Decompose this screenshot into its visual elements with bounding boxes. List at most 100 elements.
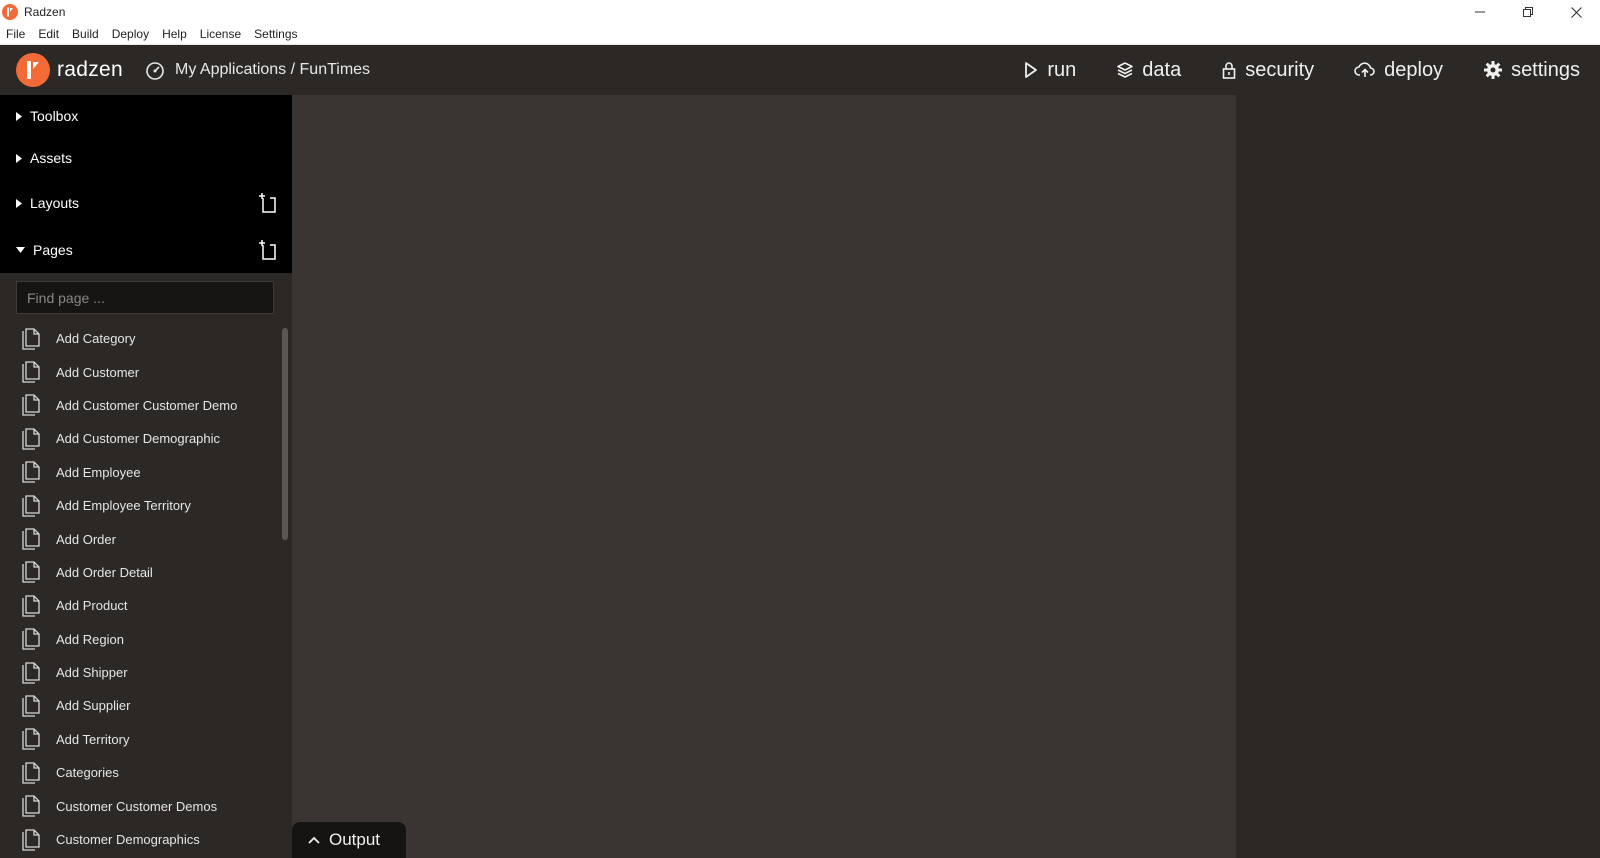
- caret-right-icon: [16, 153, 22, 163]
- close-button[interactable]: [1552, 0, 1600, 24]
- menu-deploy[interactable]: Deploy: [112, 27, 149, 41]
- section-pages-label: Pages: [33, 242, 73, 258]
- window-titlebar: Radzen: [0, 0, 1600, 24]
- minimize-icon: [1475, 11, 1485, 13]
- restore-icon: [1523, 7, 1533, 17]
- window-title: Radzen: [24, 5, 66, 19]
- list-item[interactable]: Categories: [0, 756, 280, 789]
- add-page-icon[interactable]: [258, 239, 278, 261]
- list-item[interactable]: Add Customer Customer Demo: [0, 389, 280, 422]
- list-item[interactable]: Add Region: [0, 623, 280, 656]
- menu-settings[interactable]: Settings: [254, 27, 297, 41]
- page-name: Add Order Detail: [56, 564, 153, 580]
- breadcrumb[interactable]: My Applications / FunTimes: [145, 60, 370, 80]
- radzen-logo[interactable]: radzen: [16, 53, 123, 87]
- list-item[interactable]: Add Employee Territory: [0, 489, 280, 522]
- nav-deploy[interactable]: deploy: [1354, 59, 1443, 82]
- page-name: Add Region: [56, 631, 124, 647]
- output-tab[interactable]: Output: [292, 822, 406, 858]
- add-layout-icon[interactable]: [258, 192, 278, 214]
- page-name: Customer Customer Demos: [56, 798, 218, 814]
- list-item[interactable]: Add Shipper: [0, 656, 280, 689]
- document-icon: [22, 628, 40, 650]
- list-item[interactable]: Add Order Detail: [0, 556, 280, 589]
- menu-bar: File Edit Build Deploy Help License Sett…: [0, 24, 1600, 45]
- section-layouts-label: Layouts: [30, 195, 80, 211]
- properties-panel: [1236, 95, 1600, 858]
- list-item[interactable]: Customer Customer Demos: [0, 789, 280, 822]
- dashboard-icon: [146, 62, 164, 80]
- list-item[interactable]: Add Supplier: [0, 689, 280, 722]
- minimize-button[interactable]: [1456, 0, 1504, 24]
- breadcrumb-text: My Applications / FunTimes: [175, 61, 371, 78]
- menu-edit[interactable]: Edit: [38, 27, 59, 41]
- list-item[interactable]: Add Customer: [0, 355, 280, 388]
- restore-button[interactable]: [1504, 0, 1552, 24]
- radzen-app-icon: [2, 4, 18, 20]
- page-list-scrollbar[interactable]: [282, 328, 288, 540]
- list-item[interactable]: Add Territory: [0, 723, 280, 756]
- section-toolbox[interactable]: Toolbox: [0, 95, 292, 137]
- play-icon: [1025, 62, 1038, 78]
- menu-build[interactable]: Build: [72, 27, 99, 41]
- document-icon: [22, 695, 40, 717]
- app-header: radzen My Applications / FunTimes run da…: [0, 45, 1600, 95]
- nav-settings-label: settings: [1511, 58, 1580, 81]
- document-icon: [22, 428, 40, 450]
- list-item[interactable]: Customer Demographics: [0, 823, 280, 856]
- find-page-input[interactable]: [16, 281, 274, 314]
- lock-icon: [1222, 62, 1236, 79]
- menu-file[interactable]: File: [6, 27, 25, 41]
- cloud-upload-icon: [1354, 62, 1375, 77]
- page-name: Categories: [56, 765, 119, 781]
- logo-text: radzen: [57, 58, 124, 81]
- gear-icon: [1484, 61, 1503, 79]
- page-list: Add Category Add Customer Add Customer C…: [0, 322, 280, 856]
- output-tab-label: Output: [329, 830, 381, 849]
- document-icon: [22, 661, 40, 684]
- page-name: Add Product: [56, 598, 128, 614]
- caret-right-icon: [16, 111, 22, 121]
- document-icon: [22, 461, 40, 483]
- section-assets-label: Assets: [30, 150, 73, 166]
- document-icon: [22, 361, 40, 383]
- list-item[interactable]: Add Customer Demographic: [0, 422, 280, 455]
- nav-security[interactable]: security: [1221, 59, 1314, 82]
- nav-data[interactable]: data: [1116, 59, 1181, 82]
- page-name: Add Customer Demographic: [56, 431, 221, 447]
- layers-icon: [1117, 62, 1134, 78]
- page-search: [0, 273, 292, 314]
- close-icon: [1570, 6, 1582, 18]
- nav-security-label: security: [1245, 58, 1315, 81]
- page-name: Add Customer Customer Demo: [56, 397, 238, 413]
- section-assets[interactable]: Assets: [0, 137, 292, 179]
- menu-license[interactable]: License: [200, 27, 241, 41]
- list-item[interactable]: Add Category: [0, 322, 280, 355]
- document-icon: [22, 328, 40, 350]
- chevron-up-icon: [308, 836, 320, 844]
- document-icon: [22, 394, 40, 417]
- nav-run-label: run: [1047, 58, 1077, 81]
- document-icon: [22, 828, 40, 851]
- nav-settings[interactable]: settings: [1483, 59, 1580, 82]
- section-toolbox-label: Toolbox: [30, 108, 79, 124]
- section-layouts[interactable]: Layouts: [0, 179, 292, 227]
- page-name: Add Shipper: [56, 665, 128, 681]
- window-controls: [1456, 0, 1600, 24]
- page-name: Add Supplier: [56, 698, 131, 714]
- menu-help[interactable]: Help: [162, 27, 187, 41]
- document-icon: [22, 561, 40, 584]
- document-icon: [22, 528, 40, 550]
- nav-deploy-label: deploy: [1384, 58, 1444, 81]
- document-icon: [22, 728, 40, 751]
- design-canvas[interactable]: [292, 95, 1236, 858]
- nav-run[interactable]: run: [1023, 59, 1076, 82]
- page-name: Add Category: [56, 331, 136, 347]
- list-item[interactable]: Add Product: [0, 589, 280, 622]
- page-name: Add Employee Territory: [56, 498, 191, 514]
- top-nav: run data security deploy settings: [983, 45, 1580, 95]
- list-item[interactable]: Add Order: [0, 522, 280, 555]
- section-pages[interactable]: Pages: [0, 227, 292, 273]
- page-name: Add Customer: [56, 364, 140, 380]
- list-item[interactable]: Add Employee: [0, 456, 280, 489]
